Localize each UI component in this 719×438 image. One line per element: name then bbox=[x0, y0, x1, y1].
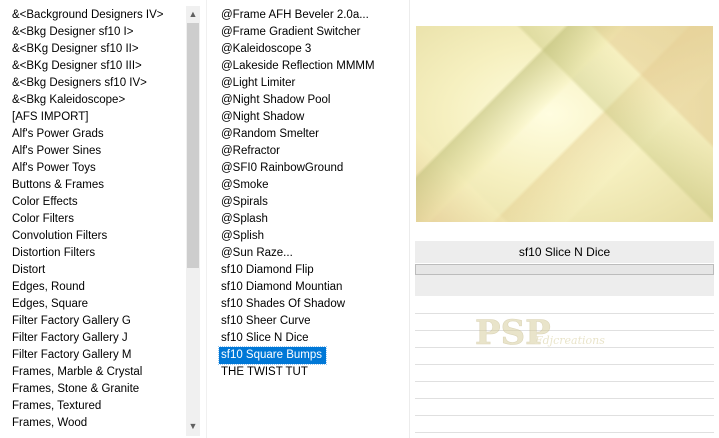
category-item[interactable]: Color Effects bbox=[10, 194, 184, 211]
category-item[interactable]: Edges, Square bbox=[10, 296, 184, 313]
category-item[interactable]: Edges, Round bbox=[10, 279, 184, 296]
category-item[interactable]: &<Bkg Designer sf10 I> bbox=[10, 24, 184, 41]
category-item[interactable]: Convolution Filters bbox=[10, 228, 184, 245]
filter-item[interactable]: @Splash bbox=[219, 211, 404, 228]
watermark-text: Fdjcreations bbox=[534, 334, 605, 347]
category-item[interactable]: Frames, Marble & Crystal bbox=[10, 364, 184, 381]
category-item[interactable]: Frames, Textured bbox=[10, 398, 184, 415]
scroll-down-icon[interactable]: ▼ bbox=[186, 418, 200, 434]
param-divider bbox=[415, 432, 714, 433]
param-divider bbox=[415, 415, 714, 416]
category-item[interactable]: Alf's Power Toys bbox=[10, 160, 184, 177]
filter-item[interactable]: THE TWIST TUT bbox=[219, 364, 404, 381]
filter-item[interactable]: sf10 Diamond Flip bbox=[219, 262, 404, 279]
param-divider bbox=[415, 398, 714, 399]
category-item[interactable]: Distort bbox=[10, 262, 184, 279]
info-bar bbox=[415, 275, 714, 296]
param-divider bbox=[415, 364, 714, 365]
category-item[interactable]: &<BKg Designer sf10 III> bbox=[10, 58, 184, 75]
filter-item[interactable]: @Splish bbox=[219, 228, 404, 245]
filter-item[interactable]: @Night Shadow Pool bbox=[219, 92, 404, 109]
filter-item[interactable]: @Spirals bbox=[219, 194, 404, 211]
filter-item[interactable]: sf10 Sheer Curve bbox=[219, 313, 404, 330]
filter-item[interactable]: @SFI0 RainbowGround bbox=[219, 160, 404, 177]
filter-item[interactable]: @Smoke bbox=[219, 177, 404, 194]
category-item[interactable]: Frames, Stone & Granite bbox=[10, 381, 184, 398]
category-item[interactable]: Frames, Wood bbox=[10, 415, 184, 432]
category-item[interactable]: &<Bkg Kaleidoscope> bbox=[10, 92, 184, 109]
filter-item[interactable]: sf10 Shades Of Shadow bbox=[219, 296, 404, 313]
watermark-logo: PSP Fdjcreations bbox=[475, 313, 606, 350]
filter-item[interactable]: @Random Smelter bbox=[219, 126, 404, 143]
filter-item[interactable]: @Kaleidoscope 3 bbox=[219, 41, 404, 58]
preview-image bbox=[416, 26, 713, 222]
category-list[interactable]: &<Background Designers IV> &<Bkg Designer… bbox=[10, 7, 184, 432]
filter-item[interactable]: @Light Limiter bbox=[219, 75, 404, 92]
filter-item[interactable]: @Frame AFH Beveler 2.0a... bbox=[219, 7, 404, 24]
category-item[interactable]: Filter Factory Gallery J bbox=[10, 330, 184, 347]
category-item[interactable]: &<Bkg Designers sf10 IV> bbox=[10, 75, 184, 92]
category-item[interactable]: Buttons & Frames bbox=[10, 177, 184, 194]
scroll-thumb[interactable] bbox=[187, 23, 199, 268]
category-item[interactable]: Alf's Power Grads bbox=[10, 126, 184, 143]
category-item[interactable]: Alf's Power Sines bbox=[10, 143, 184, 160]
filter-item[interactable]: sf10 Square Bumps bbox=[217, 346, 328, 365]
category-item[interactable]: Filter Factory Gallery M bbox=[10, 347, 184, 364]
progress-bar bbox=[415, 264, 714, 275]
category-panel: &<Background Designers IV> &<Bkg Designer… bbox=[0, 0, 206, 438]
filter-item[interactable]: sf10 Slice N Dice bbox=[219, 330, 404, 347]
category-item[interactable]: &<BKg Designer sf10 II> bbox=[10, 41, 184, 58]
preview-panel: sf10 Slice N Dice PSP Fdjcreations bbox=[409, 0, 719, 438]
category-item[interactable]: [AFS IMPORT] bbox=[10, 109, 184, 126]
category-item[interactable]: Color Filters bbox=[10, 211, 184, 228]
filter-panel: @Frame AFH Beveler 2.0a... @Frame Gradien… bbox=[206, 0, 410, 438]
filter-item[interactable]: @Sun Raze... bbox=[219, 245, 404, 262]
filter-item[interactable]: @Night Shadow bbox=[219, 109, 404, 126]
category-scrollbar[interactable]: ▲ ▼ bbox=[186, 6, 200, 436]
filter-name-label: sf10 Slice N Dice bbox=[415, 241, 714, 263]
filter-item[interactable]: @Refractor bbox=[219, 143, 404, 160]
filter-list[interactable]: @Frame AFH Beveler 2.0a... @Frame Gradien… bbox=[217, 7, 404, 381]
category-item[interactable]: Distortion Filters bbox=[10, 245, 184, 262]
filter-item[interactable]: @Lakeside Reflection MMMM bbox=[219, 58, 404, 75]
category-item[interactable]: Filter Factory Gallery G bbox=[10, 313, 184, 330]
filter-item[interactable]: @Frame Gradient Switcher bbox=[219, 24, 404, 41]
param-divider bbox=[415, 381, 714, 382]
scroll-up-icon[interactable]: ▲ bbox=[186, 6, 200, 22]
category-item[interactable]: &<Background Designers IV> bbox=[10, 7, 184, 24]
filter-item[interactable]: sf10 Diamond Mountian bbox=[219, 279, 404, 296]
